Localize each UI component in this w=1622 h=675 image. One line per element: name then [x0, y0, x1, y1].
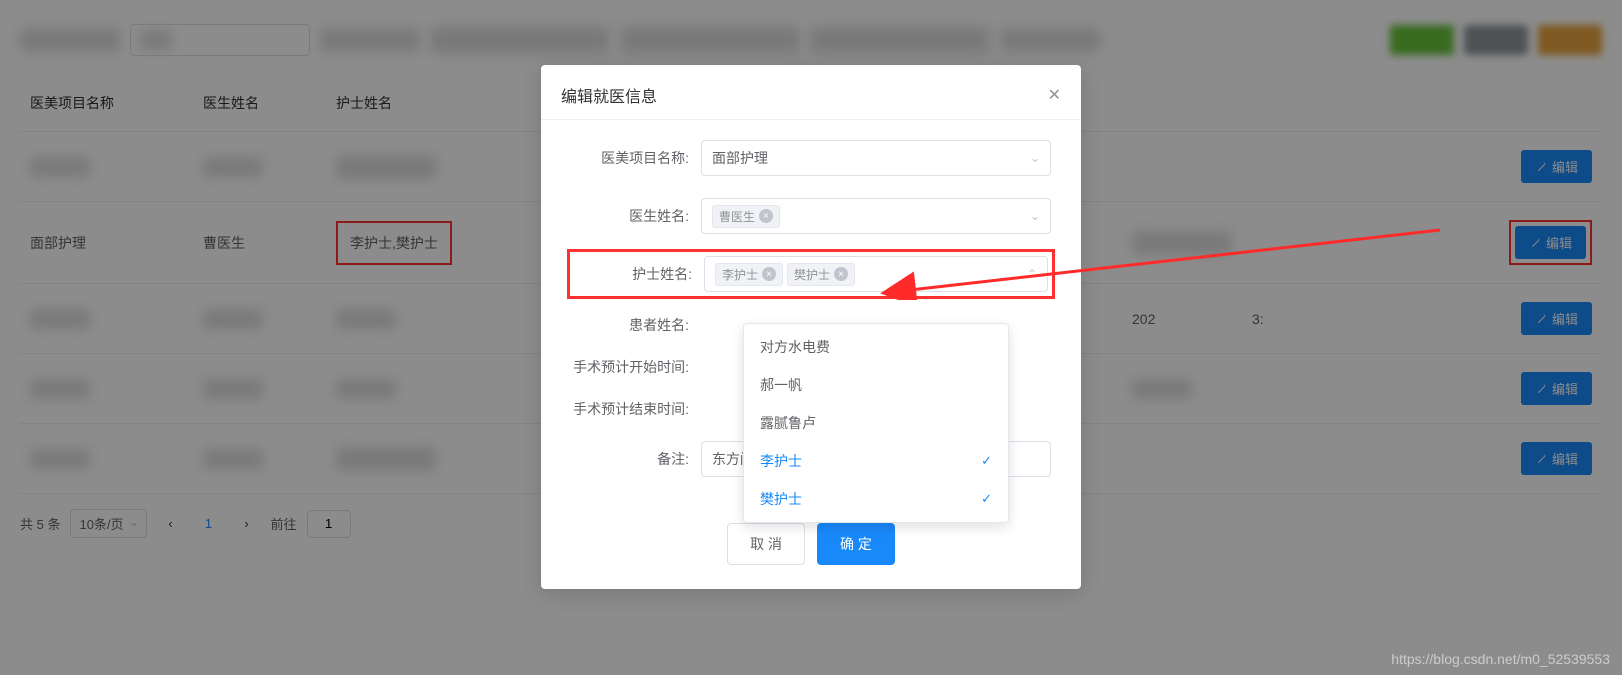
edit-dialog: 编辑就医信息 ✕ 医美项目名称: 面部护理 ⌄ 医生姓名: 曹医生× ⌄: [541, 65, 1081, 589]
modal-overlay: 编辑就医信息 ✕ 医美项目名称: 面部护理 ⌄ 医生姓名: 曹医生× ⌄: [0, 0, 1622, 675]
nurse-tag: 李护士×: [715, 263, 783, 286]
nurse-select[interactable]: 李护士× 樊护士× ⌃: [704, 256, 1048, 292]
label-doctor: 医生姓名:: [571, 206, 701, 226]
close-icon[interactable]: ✕: [1048, 85, 1061, 105]
chevron-up-icon: ⌃: [1027, 267, 1037, 281]
label-project: 医美项目名称:: [571, 148, 701, 168]
nurse-dropdown: 对方水电费 郝一帆 露腻鲁卢 李护士✓ 樊护士✓: [743, 323, 1009, 523]
dropdown-option[interactable]: 樊护士✓: [744, 480, 1008, 518]
label-end-time: 手术预计结束时间:: [571, 399, 701, 419]
dropdown-option[interactable]: 李护士✓: [744, 442, 1008, 480]
ok-button[interactable]: 确 定: [817, 523, 895, 565]
doctor-tag: 曹医生×: [712, 205, 780, 228]
label-nurse: 护士姓名:: [574, 264, 704, 284]
chevron-down-icon: ⌄: [1030, 209, 1040, 223]
cancel-button[interactable]: 取 消: [727, 523, 805, 565]
label-patient: 患者姓名:: [571, 315, 701, 335]
dialog-title: 编辑就医信息: [561, 83, 657, 107]
dropdown-option[interactable]: 露腻鲁卢: [744, 404, 1008, 442]
nurse-tag: 樊护士×: [787, 263, 855, 286]
tag-remove-icon[interactable]: ×: [834, 267, 848, 281]
doctor-select[interactable]: 曹医生× ⌄: [701, 198, 1051, 234]
tag-remove-icon[interactable]: ×: [759, 209, 773, 223]
dropdown-option[interactable]: 郝一帆: [744, 366, 1008, 404]
dropdown-option[interactable]: 对方水电费: [744, 328, 1008, 366]
label-start-time: 手术预计开始时间:: [571, 357, 701, 377]
check-icon: ✓: [981, 453, 992, 469]
label-remark: 备注:: [571, 449, 701, 469]
tag-remove-icon[interactable]: ×: [762, 267, 776, 281]
project-select[interactable]: 面部护理 ⌄: [701, 140, 1051, 176]
watermark: https://blog.csdn.net/m0_52539553: [1391, 651, 1610, 667]
chevron-down-icon: ⌄: [1030, 151, 1040, 165]
check-icon: ✓: [981, 491, 992, 507]
